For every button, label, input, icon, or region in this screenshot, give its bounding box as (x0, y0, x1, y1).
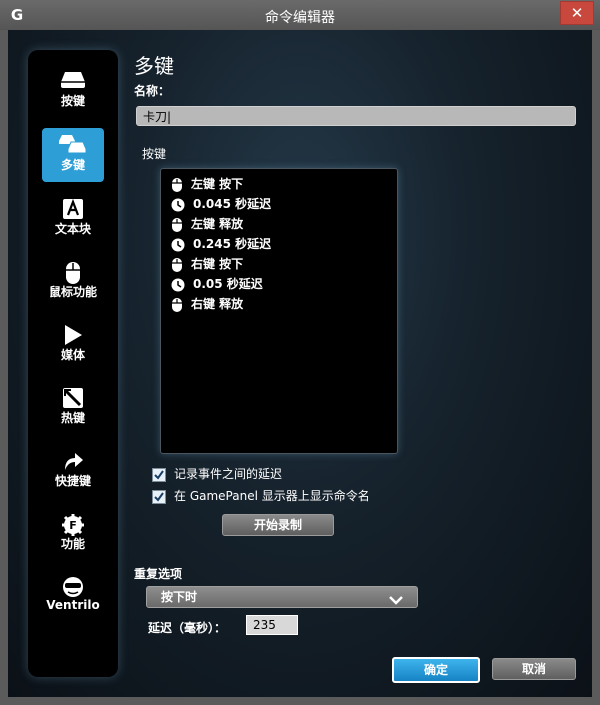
event-text: 0.05 秒延迟 (193, 277, 263, 291)
hotkey-icon (42, 381, 104, 409)
list-item[interactable]: 左键 释放 (171, 215, 243, 233)
repeat-options-value: 按下时 (161, 590, 198, 604)
repeat-options-label: 重复选项 (134, 567, 183, 581)
page-title: 多键 (134, 54, 174, 78)
editor-panel: 按键 多键 文本块 鼠标功能 媒体 热键 快捷键 F 功能 Ventrilo 多… (8, 30, 592, 697)
checkbox-label: 记录事件之间的延迟 (174, 467, 283, 481)
ventrilo-headset-icon (42, 570, 104, 598)
list-item[interactable]: 左键 按下 (171, 175, 243, 193)
mouse-icon (172, 297, 182, 312)
play-icon (42, 318, 104, 346)
sidebar-item-keystroke[interactable]: 按键 (42, 64, 104, 118)
list-item[interactable]: 右键 按下 (171, 255, 243, 273)
sidebar-item-label: 鼠标功能 (48, 285, 97, 299)
checkbox-checked[interactable] (152, 489, 166, 504)
sidebar-item-label: 多键 (60, 158, 85, 172)
list-item[interactable]: 0.05 秒延迟 (171, 275, 263, 293)
command-name-input[interactable] (136, 106, 576, 126)
checkbox-label: 在 GamePanel 显示器上显示命令名 (174, 489, 370, 503)
event-text: 左键 按下 (191, 177, 244, 191)
ok-button[interactable]: 确定 (392, 657, 480, 683)
record-delays-checkbox[interactable]: 记录事件之间的延迟 (152, 466, 282, 482)
title-bar: G 命令编辑器 ✕ (0, 0, 600, 30)
start-recording-button[interactable]: 开始录制 (222, 514, 334, 536)
event-text: 右键 按下 (191, 257, 244, 271)
list-item[interactable]: 0.045 秒延迟 (171, 195, 271, 213)
event-text: 右键 释放 (191, 297, 244, 311)
event-text: 左键 释放 (191, 217, 244, 231)
clock-icon (171, 278, 185, 291)
sidebar-item-label: 按键 (60, 94, 85, 108)
name-label: 名称： (134, 84, 171, 98)
sidebar-item-label: Ventrilo (46, 598, 100, 612)
list-item[interactable]: 0.245 秒延迟 (171, 235, 271, 253)
sidebar-item-multikey[interactable]: 多键 (42, 128, 104, 182)
mouse-icon (42, 255, 104, 284)
cancel-button[interactable]: 取消 (492, 658, 576, 680)
window-title: 命令编辑器 (265, 10, 335, 26)
text-block-icon (42, 192, 104, 220)
checkbox-checked[interactable] (152, 467, 166, 482)
sidebar-item-shortcut[interactable]: 快捷键 (42, 444, 104, 498)
sidebar-item-label: 功能 (60, 537, 85, 551)
sidebar-item-ventrilo[interactable]: Ventrilo (42, 570, 104, 624)
mouse-icon (172, 257, 182, 272)
sidebar-item-mouse-function[interactable]: 鼠标功能 (42, 255, 104, 309)
sidebar-item-label: 媒体 (60, 348, 85, 362)
mouse-icon (172, 177, 182, 192)
keys-label: 按键 (142, 147, 167, 161)
clock-icon (171, 238, 185, 251)
event-text: 0.045 秒延迟 (193, 197, 272, 211)
chevron-down-icon (389, 591, 403, 611)
event-text: 0.245 秒延迟 (193, 237, 272, 251)
repeat-options-select[interactable]: 按下时 (146, 586, 418, 608)
multikey-icon (42, 128, 104, 156)
keystroke-event-list[interactable]: 左键 按下 0.045 秒延迟 左键 释放 0.245 秒延迟 右键 按下 0.… (160, 168, 398, 454)
function-icon: F (42, 507, 104, 536)
mouse-icon (172, 217, 182, 232)
sidebar-item-function[interactable]: F 功能 (42, 507, 104, 561)
clock-icon (171, 198, 185, 211)
key-icon (42, 64, 104, 92)
list-item[interactable]: 右键 释放 (171, 295, 243, 313)
sidebar-item-media[interactable]: 媒体 (42, 318, 104, 372)
sidebar-item-label: 快捷键 (54, 474, 91, 488)
sidebar-item-label: 文本块 (54, 222, 91, 236)
close-button[interactable]: ✕ (560, 1, 594, 25)
sidebar-item-label: 热键 (60, 411, 85, 425)
delay-ms-input[interactable] (246, 615, 298, 635)
svg-text:F: F (69, 519, 77, 532)
sidebar-item-hotkey[interactable]: 热键 (42, 381, 104, 435)
sidebar-item-text-block[interactable]: 文本块 (42, 192, 104, 246)
command-type-sidebar: 按键 多键 文本块 鼠标功能 媒体 热键 快捷键 F 功能 Ventrilo (28, 50, 118, 677)
delay-label: 延迟（毫秒）： (148, 621, 227, 635)
show-on-gamepanel-checkbox[interactable]: 在 GamePanel 显示器上显示命令名 (152, 488, 370, 504)
shortcut-arrow-icon (42, 444, 104, 472)
